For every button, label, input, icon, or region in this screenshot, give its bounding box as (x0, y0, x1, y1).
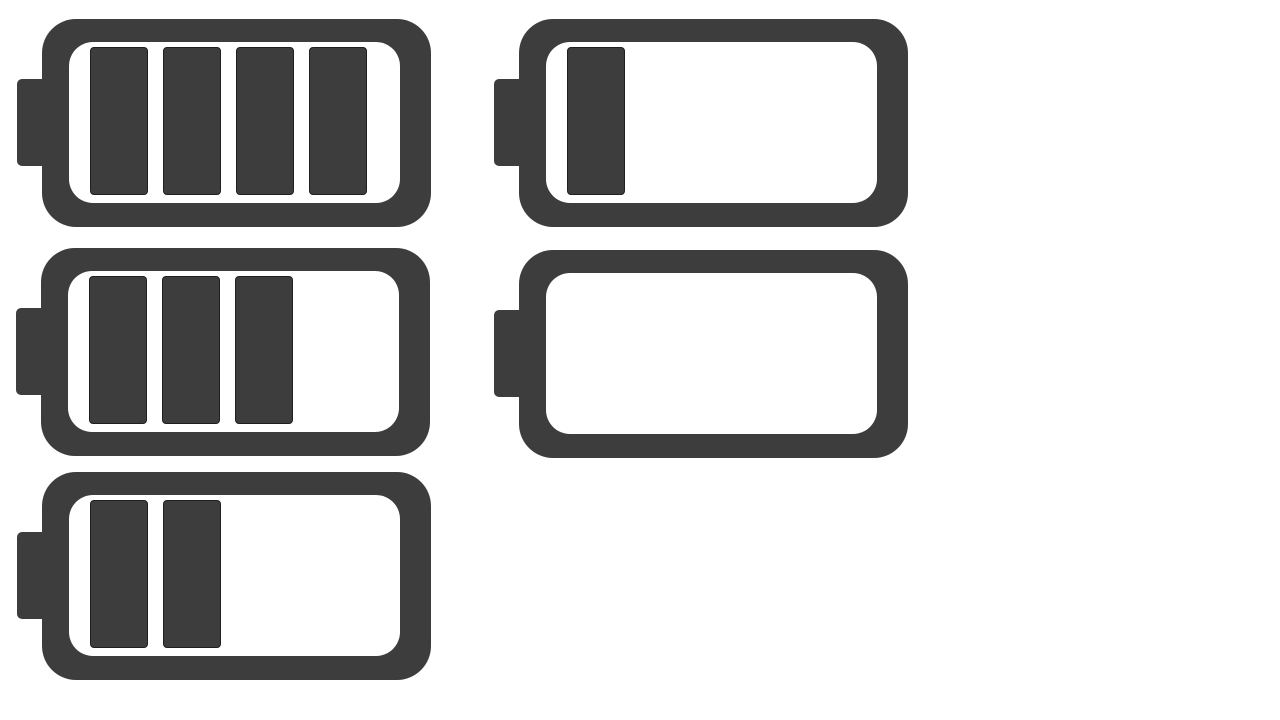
battery-full-icon (17, 19, 431, 227)
battery-icon-sheet (0, 0, 1280, 720)
battery-shell (42, 19, 431, 227)
battery-shell (519, 250, 908, 458)
battery-low-icon (494, 19, 908, 227)
battery-cavity (69, 42, 400, 203)
battery-cavity (546, 42, 877, 203)
battery-half-icon (17, 472, 431, 680)
charge-bar (163, 47, 221, 195)
battery-cavity (68, 271, 399, 432)
battery-cavity (546, 273, 877, 434)
charge-bar (236, 47, 294, 195)
battery-shell (519, 19, 908, 227)
charge-bar (162, 276, 220, 424)
battery-three-quarter-icon (16, 248, 430, 456)
charge-bar (567, 47, 625, 195)
charge-bar (89, 276, 147, 424)
charge-bar (90, 500, 148, 648)
charge-bar (163, 500, 221, 648)
battery-cavity (69, 495, 400, 656)
battery-shell (42, 472, 431, 680)
charge-bar (235, 276, 293, 424)
battery-shell (41, 248, 430, 456)
charge-bar (309, 47, 367, 195)
battery-empty-icon (494, 250, 908, 458)
charge-bar (90, 47, 148, 195)
